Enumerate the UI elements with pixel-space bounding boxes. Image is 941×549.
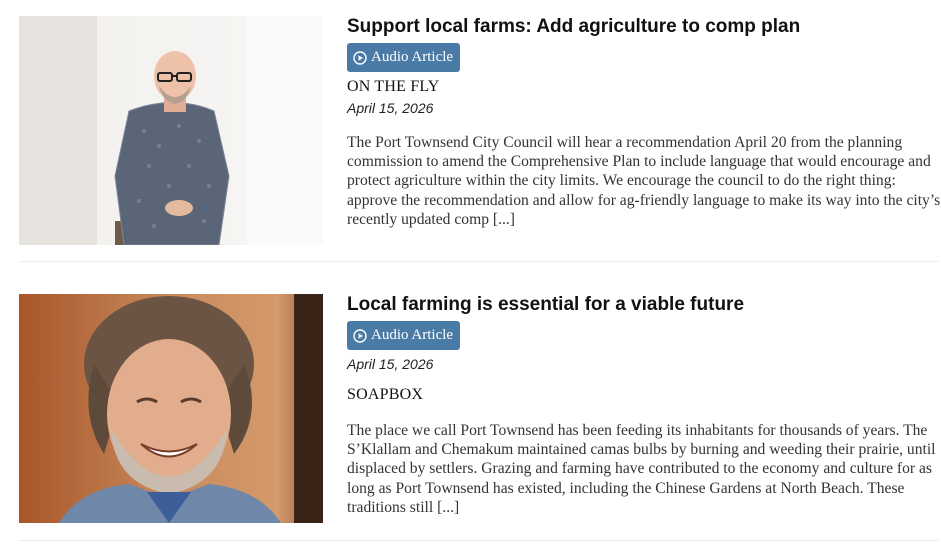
play-circle-icon <box>353 328 367 343</box>
section-label[interactable]: SOAPBOX <box>347 386 423 404</box>
publish-date: April 15, 2026 <box>347 356 434 372</box>
article-title[interactable]: Support local farms: Add agriculture to … <box>347 15 941 39</box>
divider <box>19 540 939 541</box>
article-card: Local farming is essential for a viable … <box>0 280 941 542</box>
publish-date: April 15, 2026 <box>347 100 434 116</box>
article-title[interactable]: Local farming is essential for a viable … <box>347 293 941 317</box>
audio-article-button[interactable]: Audio Article <box>347 43 461 72</box>
audio-article-label: Audio Article <box>371 327 454 343</box>
article-thumbnail[interactable] <box>19 16 323 245</box>
divider <box>19 261 939 262</box>
section-label[interactable]: ON THE FLY <box>347 78 440 96</box>
article-thumbnail[interactable] <box>19 294 323 523</box>
audio-article-label: Audio Article <box>371 49 454 65</box>
audio-article-button[interactable]: Audio Article <box>347 321 461 350</box>
article-excerpt: The Port Townsend City Council will hear… <box>347 134 941 228</box>
play-circle-icon <box>353 50 367 65</box>
article-card: Support local farms: Add agriculture to … <box>0 0 941 262</box>
article-excerpt: The place we call Port Townsend has been… <box>347 422 936 516</box>
